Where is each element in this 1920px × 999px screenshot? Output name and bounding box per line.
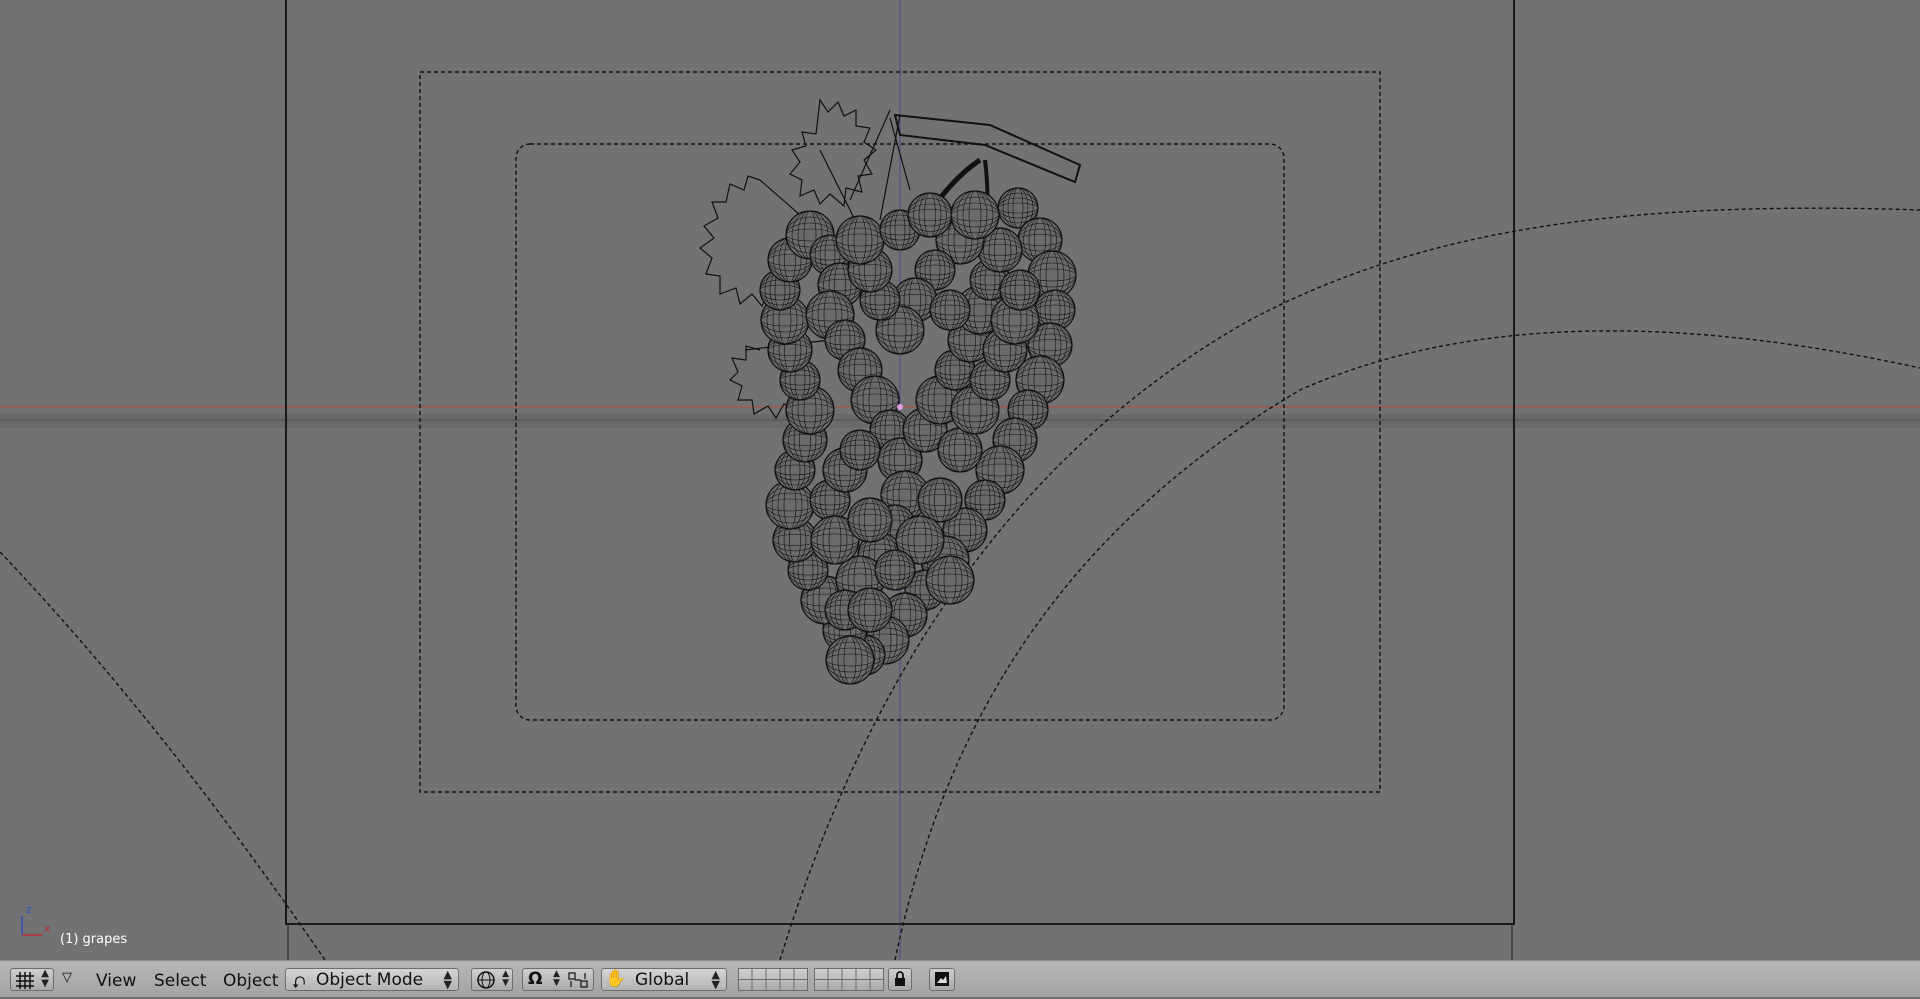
layers-group-2[interactable] [814, 968, 884, 991]
viewport-header: ▲ ▼ ▽ View Select Object ⮏ Object Mode ▲ ▼… [0, 960, 1920, 997]
grid-icon [16, 972, 34, 989]
updown-icon: ▲ ▼ [553, 969, 560, 988]
axis-x-label: x [44, 922, 51, 935]
grape-berry [825, 635, 875, 685]
viewport-shading-icon [477, 971, 495, 989]
updown-icon: ▲ ▼ [711, 968, 720, 991]
lock-icon [895, 971, 905, 986]
grape-berry [929, 289, 971, 331]
axis-z-label: z [26, 903, 32, 916]
updown-icon: ▲ ▼ [502, 969, 509, 988]
grape-berry [917, 477, 963, 523]
updown-icon: ▲ ▼ [443, 968, 452, 991]
orientation-select-value: Global [635, 970, 690, 990]
grape-berry [847, 587, 893, 633]
menu-select[interactable]: Select [154, 971, 206, 991]
mode-select[interactable]: ⮏ Object Mode ▲ ▼ [285, 968, 459, 993]
grape-berry [835, 215, 885, 265]
grape-berry [839, 429, 881, 471]
render-icon [935, 972, 949, 986]
active-object-label: (1) grapes [60, 932, 128, 947]
3d-viewport[interactable]: z x (1) grapes [0, 0, 1920, 960]
editor-type-button[interactable]: ▲ ▼ [10, 968, 54, 991]
menu-view[interactable]: View [96, 971, 136, 991]
grape-berry [925, 555, 975, 605]
mode-select-value: Object Mode [316, 970, 424, 990]
updown-icon: ▲ ▼ [41, 968, 49, 989]
transform-orientation-select[interactable]: ✋ Global ▲ ▼ [601, 968, 727, 991]
object-origin [897, 404, 903, 410]
grape-berry [907, 192, 953, 238]
collapse-menus-icon[interactable]: ▽ [62, 970, 72, 985]
grape-berries [759, 187, 1077, 685]
layers-group-1[interactable] [738, 968, 808, 991]
grape-berry [874, 549, 916, 591]
hand-icon: ✋ [605, 969, 627, 989]
object-mode-icon: ⮏ [292, 973, 306, 993]
viewport-scene [0, 0, 1920, 960]
manipulator-icon[interactable] [567, 971, 591, 989]
pivot-manipulator-group: Ω ▲ ▼ [522, 968, 594, 991]
grape-berry [937, 427, 983, 473]
lock-layers-button[interactable] [888, 968, 912, 991]
grape-berry [950, 190, 1000, 240]
viewport-shading-button[interactable]: ▲ ▼ [471, 968, 513, 991]
grape-berry [847, 497, 893, 543]
pivot-point-icon[interactable]: Ω [528, 969, 542, 989]
axis-gizmo: z x [14, 900, 54, 940]
render-preview-button[interactable] [929, 968, 955, 991]
grape-berry [999, 269, 1041, 311]
menu-object[interactable]: Object [223, 971, 278, 991]
curve-left [0, 551, 326, 960]
